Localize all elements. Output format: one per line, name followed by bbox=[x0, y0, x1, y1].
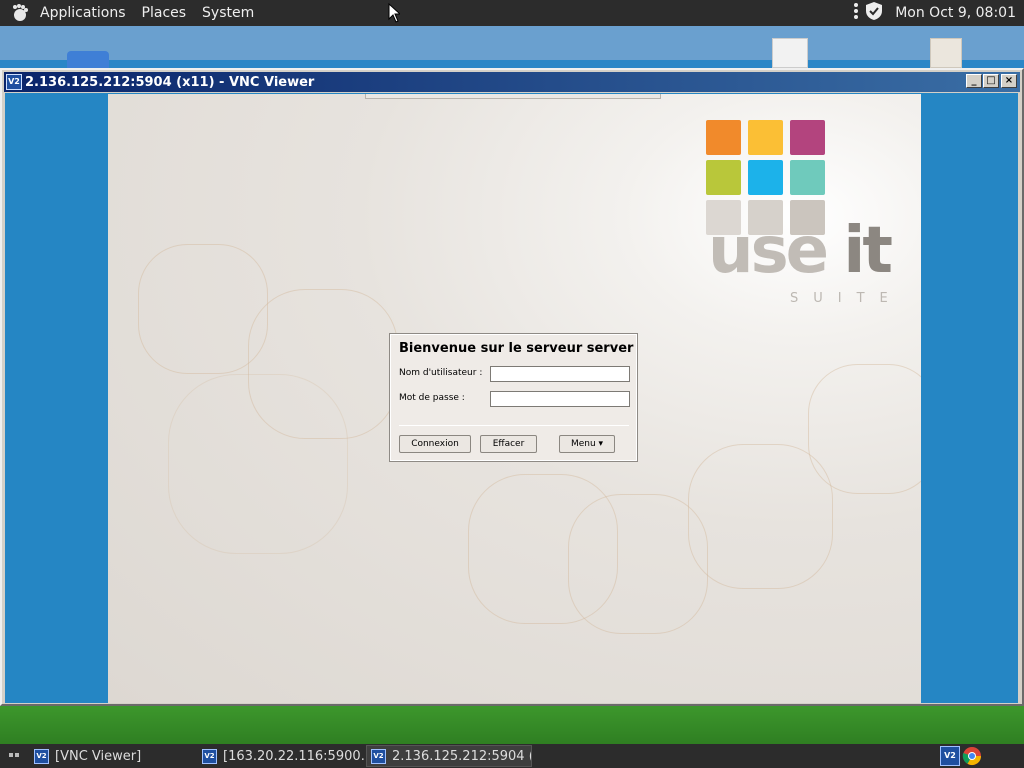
shield-icon[interactable] bbox=[865, 1, 883, 25]
logo-word-it: it bbox=[843, 214, 893, 288]
taskbar-item-vnc-2-136[interactable]: V2 2.136.125.212:5904 (… bbox=[366, 745, 532, 767]
password-label: Mot de passe : bbox=[399, 393, 465, 403]
username-field[interactable] bbox=[490, 366, 630, 382]
vnc-icon: V2 bbox=[202, 748, 217, 764]
login-title: Bienvenue sur le serveur server bbox=[399, 341, 634, 356]
system-menu[interactable]: System bbox=[194, 0, 262, 26]
remote-login-screen: use it SUITE Bienvenue sur le serveur se… bbox=[108, 94, 921, 703]
login-dialog: Bienvenue sur le serveur server Nom d'ut… bbox=[389, 333, 638, 462]
task-label: [163.20.22.116:5900… bbox=[223, 748, 364, 764]
bottom-taskbar: V2 [VNC Viewer] V2 [163.20.22.116:5900… … bbox=[0, 744, 1024, 768]
logo-tile bbox=[748, 160, 783, 195]
logo-word-use: use bbox=[708, 214, 829, 288]
vnc-icon: V2 bbox=[371, 748, 386, 764]
mouse-pointer-icon bbox=[388, 2, 402, 27]
taskbar-item-vnc-163[interactable]: V2 [163.20.22.116:5900… bbox=[198, 745, 364, 767]
applications-menu[interactable]: Applications bbox=[32, 0, 134, 26]
gnome-foot-icon[interactable] bbox=[6, 0, 32, 26]
desktop-file-icon[interactable] bbox=[772, 38, 808, 68]
system-tray: V2 bbox=[940, 746, 982, 766]
maximize-button[interactable]: □ bbox=[983, 74, 999, 88]
show-desktop-button[interactable] bbox=[8, 750, 20, 762]
top-panel: Applications Places System Mon Oct 9, 08… bbox=[0, 0, 1024, 26]
vnc-icon: V2 bbox=[34, 748, 49, 764]
login-divider bbox=[399, 425, 629, 426]
task-label: [VNC Viewer] bbox=[55, 748, 142, 764]
more-vert-icon[interactable] bbox=[853, 2, 859, 24]
chrome-icon[interactable] bbox=[962, 746, 982, 766]
logo-tile bbox=[790, 160, 825, 195]
taskbar-item-vnc-viewer[interactable]: V2 [VNC Viewer] bbox=[30, 745, 195, 767]
logo-tile bbox=[706, 120, 741, 155]
logo-wordmark: use it bbox=[708, 214, 893, 288]
menu-button[interactable]: Menu ▾ bbox=[559, 435, 615, 453]
connect-button[interactable]: Connexion bbox=[399, 435, 471, 453]
desktop-background-green bbox=[0, 700, 1024, 744]
password-field[interactable] bbox=[490, 391, 630, 407]
logo-tile bbox=[790, 120, 825, 155]
vnc-viewer-window: V2 2.136.125.212:5904 (x11) - VNC Viewer… bbox=[0, 68, 1024, 706]
logo-tile bbox=[706, 160, 741, 195]
vnc-titlebar[interactable]: V2 2.136.125.212:5904 (x11) - VNC Viewer… bbox=[4, 72, 1020, 92]
background-hex-shape bbox=[568, 494, 708, 634]
close-button[interactable]: × bbox=[1001, 74, 1017, 88]
desktop-document-icon[interactable] bbox=[930, 38, 962, 68]
remote-top-bar bbox=[365, 94, 661, 99]
vnc-tray-icon[interactable]: V2 bbox=[940, 746, 960, 766]
clock[interactable]: Mon Oct 9, 08:01 bbox=[889, 5, 1018, 21]
places-menu[interactable]: Places bbox=[134, 0, 195, 26]
vnc-remote-view[interactable]: use it SUITE Bienvenue sur le serveur se… bbox=[5, 93, 1018, 703]
logo-tagline: SUITE bbox=[790, 291, 903, 306]
background-hex-shape bbox=[688, 444, 833, 589]
task-label: 2.136.125.212:5904 (… bbox=[392, 748, 532, 764]
logo-tile bbox=[748, 120, 783, 155]
vnc-app-icon[interactable]: V2 bbox=[6, 74, 22, 90]
username-label: Nom d'utilisateur : bbox=[399, 368, 483, 378]
background-hex-shape bbox=[808, 364, 921, 494]
clear-button[interactable]: Effacer bbox=[480, 435, 537, 453]
minimize-button[interactable]: _ bbox=[966, 74, 982, 88]
vnc-window-title: 2.136.125.212:5904 (x11) - VNC Viewer bbox=[25, 74, 315, 90]
background-hex-shape bbox=[168, 374, 348, 554]
